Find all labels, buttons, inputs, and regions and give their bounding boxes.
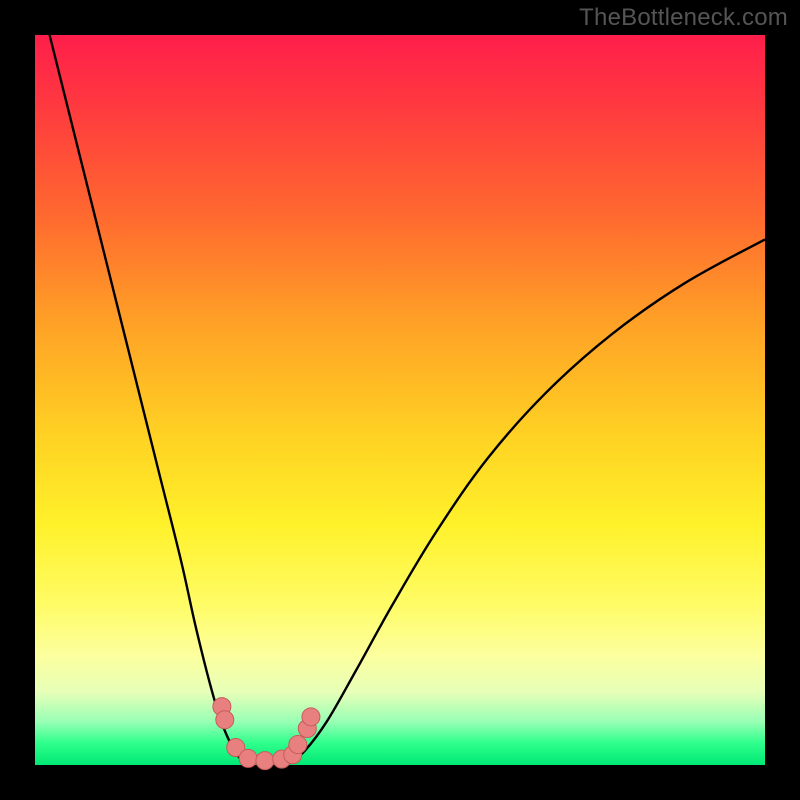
plot-area [35,35,765,765]
data-marker [216,711,234,729]
data-marker [256,752,274,770]
curve-layer [35,35,765,765]
watermark-text: TheBottleneck.com [579,4,788,32]
data-marker [302,708,320,726]
bottleneck-curve [50,35,765,763]
chart-frame: TheBottleneck.com [0,0,800,800]
data-marker [239,749,257,767]
marker-group [213,698,320,770]
data-marker [289,736,307,754]
